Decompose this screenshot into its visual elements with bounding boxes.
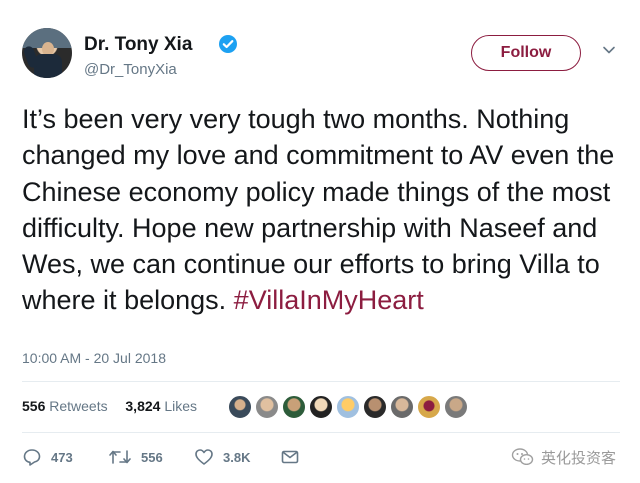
watermark-text: 英化投资客 xyxy=(541,449,617,467)
retweets-label[interactable]: Retweets xyxy=(49,398,107,414)
divider xyxy=(22,432,620,433)
liker-avatar[interactable] xyxy=(336,395,360,419)
likes-count[interactable]: 3,824 xyxy=(125,398,160,414)
hashtag-link[interactable]: #VillaInMyHeart xyxy=(234,285,424,315)
chevron-down-icon[interactable] xyxy=(601,42,617,58)
tweet-text: It’s been very very tough two months. No… xyxy=(22,101,622,319)
tweet-actions: 473 556 3.8K xyxy=(22,446,342,468)
wechat-icon xyxy=(511,448,534,466)
liker-avatar[interactable] xyxy=(255,395,279,419)
like-icon xyxy=(195,449,213,465)
user-handle[interactable]: @Dr_TonyXia xyxy=(84,61,177,78)
like-button[interactable]: 3.8K xyxy=(194,446,250,468)
retweet-button[interactable]: 556 xyxy=(108,446,163,468)
follow-button[interactable]: Follow xyxy=(471,35,581,71)
likes-label[interactable]: Likes xyxy=(164,398,197,414)
tweet-body: It’s been very very tough two months. No… xyxy=(22,104,615,316)
reply-count: 473 xyxy=(51,449,73,465)
direct-message-icon xyxy=(281,450,299,464)
liker-avatar[interactable] xyxy=(282,395,306,419)
reply-icon xyxy=(23,449,41,466)
liker-avatar[interactable] xyxy=(309,395,333,419)
tweet-body-end: belongs. xyxy=(124,285,227,316)
tweet-stats: 556 Retweets 3,824 Likes xyxy=(22,398,197,414)
liker-avatar[interactable] xyxy=(417,395,441,419)
avatar[interactable] xyxy=(22,28,72,78)
user-name[interactable]: Dr. Tony Xia xyxy=(84,34,192,56)
watermark: 英化投资客 xyxy=(511,446,616,468)
direct-message-button[interactable] xyxy=(280,446,309,468)
tweet-header: Dr. Tony Xia @Dr_TonyXia Follow xyxy=(22,28,622,84)
retweets-count[interactable]: 556 xyxy=(22,398,45,414)
reply-button[interactable]: 473 xyxy=(22,446,73,468)
verified-badge-icon xyxy=(219,35,237,53)
liker-avatar[interactable] xyxy=(228,395,252,419)
like-count: 3.8K xyxy=(223,449,251,465)
retweet-icon xyxy=(109,450,131,464)
divider xyxy=(22,381,620,382)
liker-avatar[interactable] xyxy=(444,395,468,419)
tweet-timestamp[interactable]: 10:00 AM - 20 Jul 2018 xyxy=(22,350,166,366)
liker-avatar[interactable] xyxy=(390,395,414,419)
retweet-count: 556 xyxy=(141,449,163,465)
liker-avatar[interactable] xyxy=(363,395,387,419)
